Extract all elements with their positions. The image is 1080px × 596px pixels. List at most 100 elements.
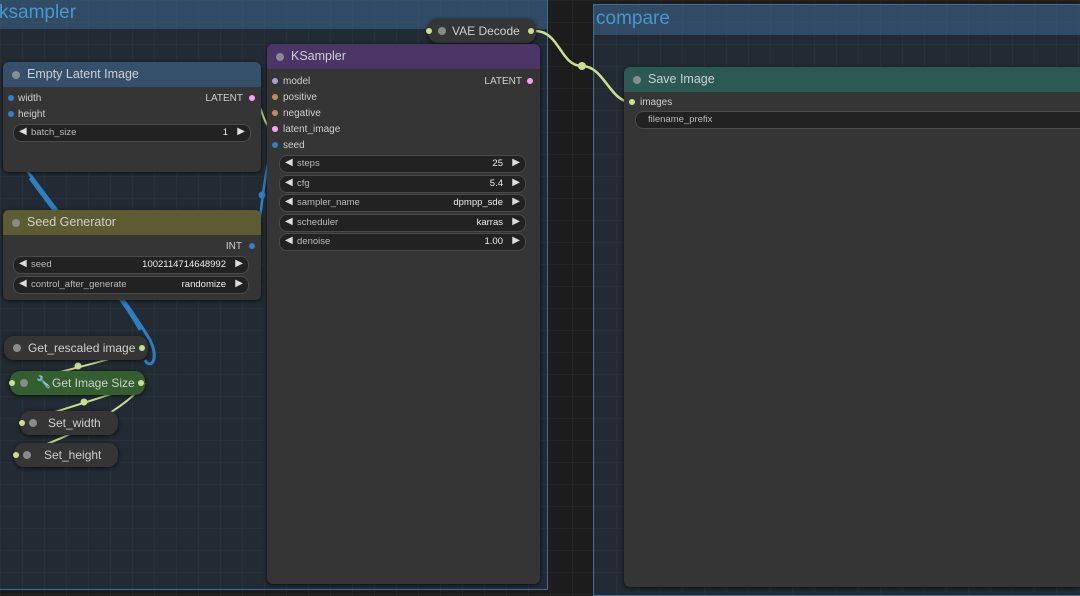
decrement-arrow-icon[interactable]: ◀: [285, 157, 293, 168]
widget-label: scheduler: [297, 217, 339, 228]
node-title: Empty Latent Image: [27, 67, 139, 81]
decrement-arrow-icon[interactable]: ◀: [19, 258, 27, 269]
widget-denoise[interactable]: ◀ denoise 1.00 ▶: [279, 233, 526, 251]
increment-arrow-icon[interactable]: ▶: [512, 235, 520, 246]
node-set-height[interactable]: Set_height: [13, 443, 118, 467]
output-slot[interactable]: [139, 345, 145, 351]
node-header[interactable]: Empty Latent Image: [3, 62, 261, 87]
widget-value: randomize: [181, 279, 226, 290]
node-title: Set_width: [48, 416, 101, 430]
node-ksampler[interactable]: KSampler model positive negative latent_…: [267, 44, 540, 584]
input-slot-seed[interactable]: [272, 142, 278, 148]
link-seed-midpoint: [258, 191, 266, 199]
collapse-dot[interactable]: [633, 76, 641, 84]
decrement-arrow-icon[interactable]: ◀: [285, 235, 293, 246]
input-slot[interactable]: [13, 452, 19, 458]
widget-sampler-name[interactable]: ◀ sampler_name dpmpp_sde ▶: [279, 194, 526, 212]
input-slot[interactable]: [9, 380, 15, 386]
node-title: Save Image: [648, 72, 715, 86]
input-label: images: [640, 97, 673, 108]
input-slot[interactable]: [19, 420, 25, 426]
node-seed-generator[interactable]: Seed Generator INT ◀ seed 10021147146489…: [3, 210, 261, 300]
node-get-rescaled-image[interactable]: Get_rescaled image: [4, 336, 148, 360]
widget-filename-prefix[interactable]: filename_prefix: [635, 111, 1080, 129]
decrement-arrow-icon[interactable]: ◀: [285, 196, 293, 207]
input-slot-negative[interactable]: [272, 110, 278, 116]
increment-arrow-icon[interactable]: ▶: [512, 196, 520, 207]
widget-seed[interactable]: ◀ seed 1002114714648992 ▶: [13, 256, 249, 274]
increment-arrow-icon[interactable]: ▶: [237, 126, 245, 137]
widget-label: steps: [297, 158, 320, 169]
input-label: model: [283, 76, 311, 87]
input-slot[interactable]: [426, 28, 432, 34]
output-slot[interactable]: [528, 28, 534, 34]
node-save-image[interactable]: Save Image images filename_prefix: [624, 67, 1080, 587]
widget-label: batch_size: [31, 127, 77, 138]
collapse-dot[interactable]: [12, 71, 20, 79]
widget-value: karras: [476, 217, 503, 228]
widget-value: 25: [492, 158, 503, 169]
collapse-dot[interactable]: [20, 379, 28, 387]
increment-arrow-icon[interactable]: ▶: [512, 157, 520, 168]
node-get-image-size[interactable]: 🔧 Get Image Size: [9, 371, 145, 395]
widget-value: 1002114714648992: [142, 259, 226, 270]
widget-batch-size[interactable]: ◀ batch_size 1 ▶: [13, 124, 251, 142]
widget-label: filename_prefix: [648, 114, 713, 125]
input-label: seed: [283, 140, 305, 151]
output-label: INT: [225, 241, 242, 252]
widget-label: cfg: [297, 178, 310, 189]
collapse-dot[interactable]: [12, 219, 20, 227]
increment-arrow-icon[interactable]: ▶: [235, 278, 243, 289]
collapse-dot[interactable]: [23, 451, 31, 459]
input-slot-latent-image[interactable]: [272, 126, 278, 132]
collapse-dot[interactable]: [13, 344, 21, 352]
increment-arrow-icon[interactable]: ▶: [512, 216, 520, 227]
node-title: VAE Decode: [452, 24, 520, 38]
input-slot-width[interactable]: [8, 95, 14, 101]
decrement-arrow-icon[interactable]: ◀: [19, 278, 27, 289]
increment-arrow-icon[interactable]: ▶: [235, 258, 243, 269]
widget-value: 5.4: [489, 178, 503, 189]
widget-scheduler[interactable]: ◀ scheduler karras ▶: [279, 214, 526, 232]
link-image-get-midpoint: [74, 362, 82, 370]
output-label: LATENT: [205, 93, 243, 104]
decrement-arrow-icon[interactable]: ◀: [285, 177, 293, 188]
increment-arrow-icon[interactable]: ▶: [512, 177, 520, 188]
widget-control-after-generate[interactable]: ◀ control_after_generate randomize ▶: [13, 276, 249, 294]
collapse-dot[interactable]: [438, 27, 446, 35]
node-header[interactable]: KSampler: [267, 44, 540, 69]
output-slot-int[interactable]: [249, 243, 255, 249]
widget-cfg[interactable]: ◀ cfg 5.4 ▶: [279, 175, 526, 193]
input-label: negative: [283, 108, 321, 119]
widget-value: 1: [222, 127, 228, 138]
decrement-arrow-icon[interactable]: ◀: [19, 126, 27, 137]
input-label: width: [18, 93, 42, 104]
node-vae-decode[interactable]: VAE Decode: [426, 19, 536, 43]
output-slot[interactable]: [138, 380, 144, 386]
widget-steps[interactable]: ◀ steps 25 ▶: [279, 155, 526, 173]
input-slot-model[interactable]: [272, 78, 278, 84]
node-header[interactable]: Seed Generator: [3, 210, 261, 235]
node-header[interactable]: Save Image: [624, 67, 1080, 92]
output-label: LATENT: [484, 76, 522, 87]
decrement-arrow-icon[interactable]: ◀: [285, 216, 293, 227]
node-title: Get_rescaled image: [28, 341, 136, 355]
widget-label: control_after_generate: [31, 279, 127, 290]
link-midpoint: [578, 62, 586, 70]
node-empty-latent-image[interactable]: Empty Latent Image width height LATENT ◀…: [3, 62, 261, 172]
collapse-dot[interactable]: [276, 53, 284, 61]
input-slot-positive[interactable]: [272, 94, 278, 100]
input-slot-height[interactable]: [8, 111, 14, 117]
collapse-dot[interactable]: [29, 419, 37, 427]
widget-label: denoise: [297, 236, 331, 247]
output-slot-latent[interactable]: [249, 95, 255, 101]
node-title: KSampler: [291, 49, 346, 63]
node-set-width[interactable]: Set_width: [19, 411, 118, 435]
node-title: Get Image Size: [52, 376, 135, 390]
node-title: Seed Generator: [27, 215, 116, 229]
widget-label: sampler_name: [297, 197, 360, 208]
widget-value: dpmpp_sde: [453, 197, 503, 208]
input-slot-images[interactable]: [629, 99, 635, 105]
output-slot-latent[interactable]: [527, 78, 533, 84]
widget-value: 1.00: [484, 236, 504, 247]
